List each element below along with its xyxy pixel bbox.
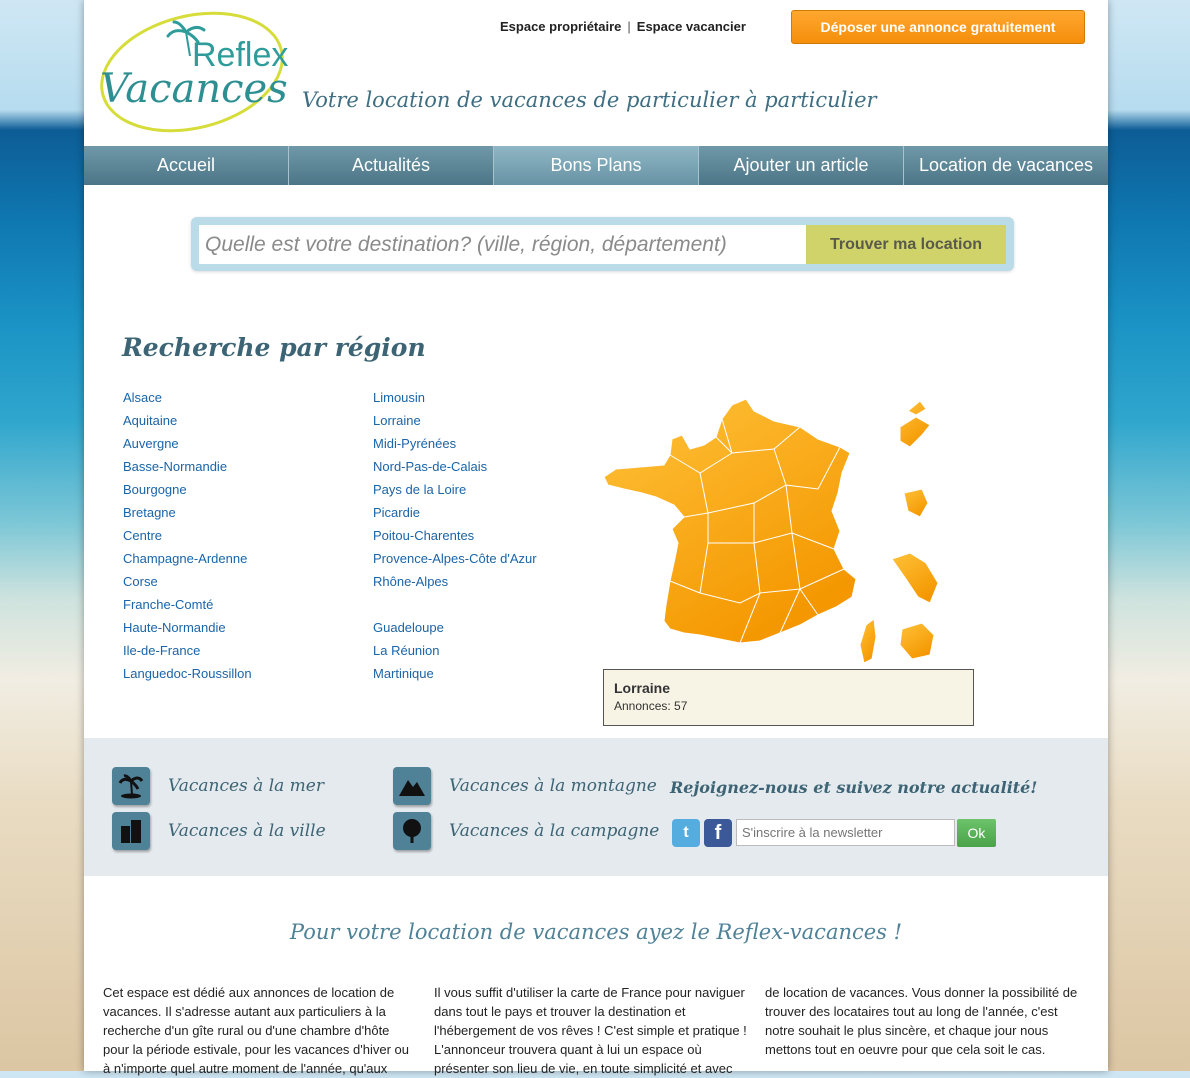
region-link-ile-de-france[interactable]: Ile-de-France xyxy=(123,641,353,664)
post-ad-button[interactable]: Déposer une annonce gratuitement xyxy=(791,10,1085,44)
region-link-poitou-charentes[interactable]: Poitou-Charentes xyxy=(373,526,603,549)
nav-item-ajouter-article[interactable]: Ajouter un article xyxy=(699,146,904,185)
region-link-corse[interactable]: Corse xyxy=(123,572,353,595)
region-link-auvergne[interactable]: Auvergne xyxy=(123,434,353,457)
region-link-rhone-alpes[interactable]: Rhône-Alpes xyxy=(373,572,603,595)
region-link-aquitaine[interactable]: Aquitaine xyxy=(123,411,353,434)
region-search-title: Recherche par région xyxy=(122,333,426,362)
tree-icon xyxy=(393,812,431,850)
map-tooltip: Lorraine Annonces: 57 xyxy=(603,669,974,726)
france-region-map[interactable] xyxy=(604,393,974,673)
logo-text-vacances: Vacances xyxy=(100,66,288,112)
tooltip-listing-count: Annonces: 57 xyxy=(614,699,688,713)
destination-search: Trouver ma location xyxy=(191,217,1014,271)
region-link-lorraine[interactable]: Lorraine xyxy=(373,411,603,434)
newsletter-email-input[interactable] xyxy=(736,819,955,846)
region-link-nord-pas-de-calais[interactable]: Nord-Pas-de-Calais xyxy=(373,457,603,480)
region-link-bourgogne[interactable]: Bourgogne xyxy=(123,480,353,503)
corsica-shape[interactable] xyxy=(859,618,877,664)
reflex-vacances-logo[interactable]: Reflex Vacances xyxy=(94,10,294,135)
region-link-guadeloupe[interactable]: Guadeloupe xyxy=(373,618,603,641)
mayotte-shape[interactable] xyxy=(899,622,935,660)
mountain-icon xyxy=(393,767,431,805)
facebook-icon[interactable]: f xyxy=(704,819,732,847)
intro-title: Pour votre location de vacances ayez le … xyxy=(289,920,903,944)
category-campagne[interactable]: Vacances à la campagne xyxy=(393,812,659,850)
region-link-franche-comte[interactable]: Franche-Comté xyxy=(123,595,353,618)
page: Reflex Vacances Votre location de vacanc… xyxy=(84,0,1108,1076)
site-tagline: Votre location de vacances de particulie… xyxy=(302,88,877,112)
region-link-paca[interactable]: Provence-Alpes-Côte d'Azur xyxy=(373,549,603,572)
category-campagne-label: Vacances à la campagne xyxy=(449,821,660,841)
region-link-martinique[interactable]: Martinique xyxy=(373,664,603,687)
region-link-bretagne[interactable]: Bretagne xyxy=(123,503,353,526)
intro-text-col3: de location de vacances. Vous donner la … xyxy=(765,985,1078,1057)
destination-search-input[interactable] xyxy=(199,225,806,264)
account-links: Espace propriétaire | Espace vacancier xyxy=(500,19,746,34)
region-link-midi-pyrenees[interactable]: Midi-Pyrénées xyxy=(373,434,603,457)
region-link-limousin[interactable]: Limousin xyxy=(373,388,603,411)
region-link-champagne-ardenne[interactable]: Champagne-Ardenne xyxy=(123,549,353,572)
vacationer-space-link[interactable]: Espace vacancier xyxy=(637,19,746,34)
region-link-alsace[interactable]: Alsace xyxy=(123,388,353,411)
nav-item-bons-plans[interactable]: Bons Plans xyxy=(494,146,699,185)
guadeloupe-shape[interactable] xyxy=(899,400,931,448)
link-separator: | xyxy=(627,19,631,34)
main-nav: Accueil Actualités Bons Plans Ajouter un… xyxy=(84,146,1108,185)
twitter-icon[interactable]: t xyxy=(672,819,700,847)
intro-text-col2: Il vous suffit d'utiliser la carte de Fr… xyxy=(434,985,747,1076)
region-link-la-reunion[interactable]: La Réunion xyxy=(373,641,603,664)
category-mer-label: Vacances à la mer xyxy=(168,776,324,796)
city-buildings-icon xyxy=(112,812,150,850)
region-link-languedoc-roussillon[interactable]: Languedoc-Roussillon xyxy=(123,664,353,687)
category-mer[interactable]: Vacances à la mer xyxy=(112,767,324,805)
category-band xyxy=(84,738,1108,876)
nav-item-accueil[interactable]: Accueil xyxy=(84,146,289,185)
region-link-picardie[interactable]: Picardie xyxy=(373,503,603,526)
region-link-pays-de-la-loire[interactable]: Pays de la Loire xyxy=(373,480,603,503)
region-link-haute-normandie[interactable]: Haute-Normandie xyxy=(123,618,353,641)
nav-item-location-vacances[interactable]: Location de vacances xyxy=(904,146,1108,185)
region-list-col2: Limousin Lorraine Midi-Pyrénées Nord-Pas… xyxy=(373,388,603,687)
newsletter-ok-button[interactable]: Ok xyxy=(957,819,996,847)
follow-us-title: Rejoignez-nous et suivez notre actualité… xyxy=(670,778,1038,797)
find-rental-button[interactable]: Trouver ma location xyxy=(806,225,1006,264)
region-list-col1: Alsace Aquitaine Auvergne Basse-Normandi… xyxy=(123,388,353,687)
nav-item-actualites[interactable]: Actualités xyxy=(289,146,494,185)
tooltip-region-name: Lorraine xyxy=(614,680,671,696)
reunion-shape[interactable] xyxy=(891,552,939,604)
region-link-basse-normandie[interactable]: Basse-Normandie xyxy=(123,457,353,480)
category-montagne-label: Vacances à la montagne xyxy=(449,776,657,796)
palm-island-icon xyxy=(112,767,150,805)
category-ville-label: Vacances à la ville xyxy=(168,821,326,841)
category-montagne[interactable]: Vacances à la montagne xyxy=(393,767,657,805)
martinique-shape[interactable] xyxy=(903,488,929,518)
owner-space-link[interactable]: Espace propriétaire xyxy=(500,19,621,34)
mainland-france-shape[interactable] xyxy=(604,398,857,644)
category-ville[interactable]: Vacances à la ville xyxy=(112,812,326,850)
region-link-centre[interactable]: Centre xyxy=(123,526,353,549)
intro-text-col1: Cet espace est dédié aux annonces de loc… xyxy=(103,985,409,1076)
